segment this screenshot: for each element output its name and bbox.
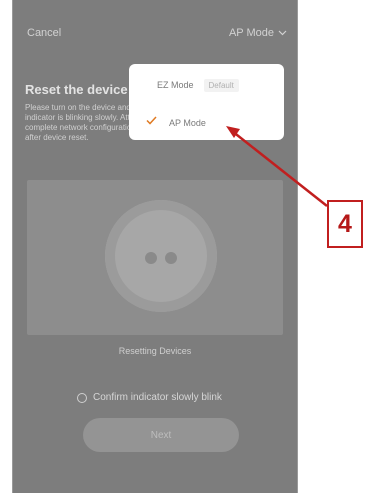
step-callout-box: 4 [327, 200, 363, 248]
annotation-arrow [226, 126, 328, 207]
step-number: 4 [338, 209, 352, 238]
